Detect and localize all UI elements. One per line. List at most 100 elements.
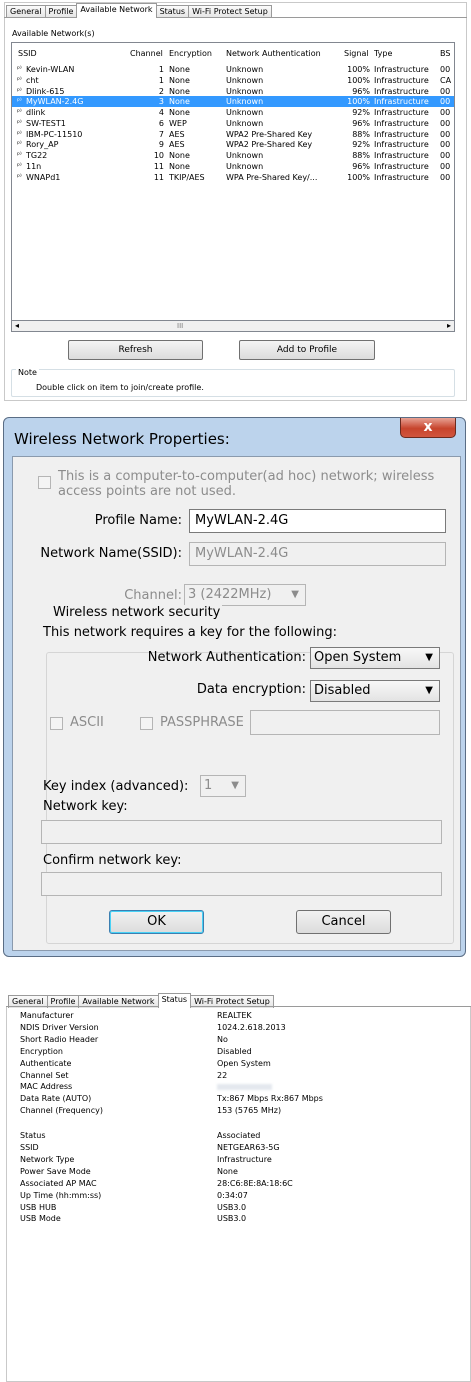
dialog-title: Wireless Network Properties: bbox=[14, 430, 230, 448]
network-ssid: IBM-PC-11510 bbox=[26, 129, 83, 139]
network-auth: Unknown bbox=[226, 86, 264, 96]
network-bssid: 00 bbox=[440, 151, 451, 160]
cancel-button[interactable]: Cancel bbox=[296, 910, 391, 934]
network-type: Infrastructure bbox=[374, 97, 429, 107]
chevron-down-icon: ▼ bbox=[231, 780, 239, 791]
requires-key-text: This network requires a key for the foll… bbox=[43, 625, 338, 640]
network-row[interactable]: ᵖ⁾ dlink 4 None Unknown 92% Infrastructure 00 bbox=[12, 107, 454, 118]
network-encryption: AES bbox=[169, 140, 185, 150]
network-row[interactable]: ᵖ⁾ cht 1 None Unknown 100% Infrastructure CA bbox=[12, 75, 454, 86]
status-value: Open System bbox=[217, 1058, 271, 1068]
key-index-select: 1 ▼ bbox=[200, 775, 246, 797]
network-encryption: None bbox=[169, 151, 190, 160]
network-bssid: 00 bbox=[440, 161, 451, 171]
tab-status[interactable]: Status bbox=[157, 993, 192, 1008]
status-label: Channel (Frequency) bbox=[20, 1106, 103, 1116]
network-signal: 96% bbox=[352, 118, 370, 128]
tab-divider bbox=[4, 17, 467, 18]
status-label: Manufacturer bbox=[20, 1011, 74, 1020]
confirm-key-label: Confirm network key: bbox=[43, 853, 182, 868]
network-encryption: AES bbox=[169, 129, 185, 139]
tab-available-network[interactable]: Available Network bbox=[76, 3, 157, 18]
status-value: None bbox=[217, 1166, 238, 1176]
network-row[interactable]: ᵖ⁾ Rory_AP 9 AES WPA2 Pre-Shared Key 92% Infra… bbox=[12, 139, 454, 150]
scroll-left-icon[interactable]: ◂ bbox=[15, 321, 19, 331]
network-type: Infrastructure bbox=[374, 129, 429, 139]
network-ssid: Rory_AP bbox=[26, 140, 59, 150]
network-channel: 3 bbox=[158, 97, 164, 107]
network-auth-select[interactable]: Open System ▼ bbox=[310, 647, 440, 669]
network-bssid: 00 bbox=[440, 172, 451, 182]
column-header[interactable]: BS bbox=[440, 48, 454, 59]
available-networks-label: Available Network(s) bbox=[12, 29, 95, 38]
network-auth-value: Open System bbox=[314, 650, 402, 665]
refresh-button[interactable]: Refresh bbox=[68, 340, 203, 360]
key-index-label: Key index (advanced): bbox=[43, 779, 189, 794]
network-encryption: WEP bbox=[169, 118, 187, 128]
status-label: Authenticate bbox=[20, 1058, 72, 1068]
status-label: Status bbox=[20, 1131, 46, 1141]
status-label: Data Rate (AUTO) bbox=[20, 1094, 92, 1104]
status-value: 153 (5765 MHz) bbox=[217, 1106, 282, 1116]
adhoc-checkbox[interactable] bbox=[38, 476, 51, 489]
close-button[interactable]: x bbox=[400, 418, 456, 438]
network-signal: 96% bbox=[352, 161, 370, 171]
network-row[interactable]: ᵖ⁾ SW-TEST1 6 WEP Unknown 96% Infrastructure 00 bbox=[12, 118, 454, 129]
network-list[interactable]: SSID Channel Encryption Network Authenticat… bbox=[11, 42, 455, 332]
column-header[interactable]: Encryption bbox=[169, 48, 223, 59]
profile-name-input[interactable]: MyWLAN-2.4G bbox=[189, 509, 446, 533]
network-channel: 1 bbox=[158, 75, 164, 85]
column-header[interactable]: Type bbox=[374, 48, 438, 59]
network-channel: 6 bbox=[158, 118, 164, 128]
network-auth: Unknown bbox=[226, 118, 264, 128]
passphrase-checkbox[interactable] bbox=[140, 717, 153, 730]
network-auth-label: Network Authentication: bbox=[147, 650, 306, 665]
status-label: Associated AP MAC bbox=[20, 1178, 97, 1188]
network-row[interactable]: ᵖ⁾ MyWLAN-2.4G 3 None Unknown 100% Infrastruct… bbox=[12, 96, 454, 108]
network-list-header: SSID Channel Encryption Network Authenticat… bbox=[12, 48, 454, 59]
note-text: Double click on item to join/create prof… bbox=[36, 383, 204, 392]
scroll-right-icon[interactable]: ▸ bbox=[447, 321, 451, 331]
network-channel: 1 bbox=[158, 65, 164, 74]
status-value: USB3.0 bbox=[217, 1214, 247, 1224]
network-row[interactable]: ᵖ⁾ 11n 11 None Unknown 96% Infrastructure 00 bbox=[12, 161, 454, 172]
network-row[interactable]: ᵖ⁾ Kevin-WLAN 1 None Unknown 100% Infrastructu… bbox=[12, 64, 454, 75]
wireless-properties-dialog: Wireless Network Properties: x This is a… bbox=[3, 417, 466, 957]
horizontal-scrollbar[interactable]: ◂ III ▸ bbox=[11, 320, 455, 332]
ok-button[interactable]: OK bbox=[109, 910, 204, 934]
network-type: Infrastructure bbox=[374, 118, 429, 128]
close-icon: x bbox=[423, 419, 433, 435]
network-signal: 92% bbox=[352, 108, 370, 117]
status-label: USB Mode bbox=[20, 1214, 61, 1224]
network-ssid: Dlink-615 bbox=[26, 86, 65, 96]
network-type: Infrastructure bbox=[374, 75, 429, 85]
network-bssid: 00 bbox=[440, 86, 451, 96]
tab-divider bbox=[6, 1006, 471, 1007]
network-row[interactable]: ᵖ⁾ Dlink-615 2 None Unknown 96% Infrastructure… bbox=[12, 86, 454, 97]
add-to-profile-button[interactable]: Add to Profile bbox=[239, 340, 375, 360]
passphrase-label: PASSPHRASE bbox=[160, 715, 244, 730]
column-header[interactable]: Signal bbox=[344, 48, 370, 59]
network-ssid: dlink bbox=[26, 108, 46, 117]
ssid-field: MyWLAN-2.4G bbox=[189, 542, 446, 566]
network-encryption: None bbox=[169, 161, 190, 171]
network-auth: Unknown bbox=[226, 75, 264, 85]
scroll-thumb-grip-icon[interactable]: III bbox=[177, 321, 183, 331]
network-auth: WPA2 Pre-Shared Key bbox=[226, 140, 313, 150]
column-header[interactable]: Channel bbox=[130, 48, 164, 59]
network-row[interactable]: ᵖ⁾ WNAPd1 11 TKIP/AES WPA Pre-Shared Key/...… bbox=[12, 172, 454, 183]
status-value: 0:34:07 bbox=[217, 1190, 248, 1200]
column-header[interactable]: Network Authentication bbox=[226, 48, 342, 59]
status-label: Short Radio Header bbox=[20, 1034, 99, 1044]
network-row[interactable]: ᵖ⁾ IBM-PC-11510 7 AES WPA2 Pre-Shared Key 88%… bbox=[12, 129, 454, 140]
network-encryption: None bbox=[169, 108, 190, 117]
ascii-checkbox[interactable] bbox=[50, 717, 63, 730]
passphrase-input bbox=[250, 710, 440, 735]
column-header[interactable]: SSID bbox=[18, 48, 126, 59]
status-value: NETGEAR63-5G bbox=[217, 1143, 280, 1152]
network-row[interactable]: ᵖ⁾ TG22 10 None Unknown 88% Infrastructure 00 bbox=[12, 150, 454, 161]
network-signal: 100% bbox=[347, 172, 370, 182]
chevron-down-icon: ▼ bbox=[291, 589, 299, 600]
network-auth: WPA Pre-Shared Key/... bbox=[226, 172, 318, 182]
data-encryption-select[interactable]: Disabled ▼ bbox=[310, 680, 440, 702]
